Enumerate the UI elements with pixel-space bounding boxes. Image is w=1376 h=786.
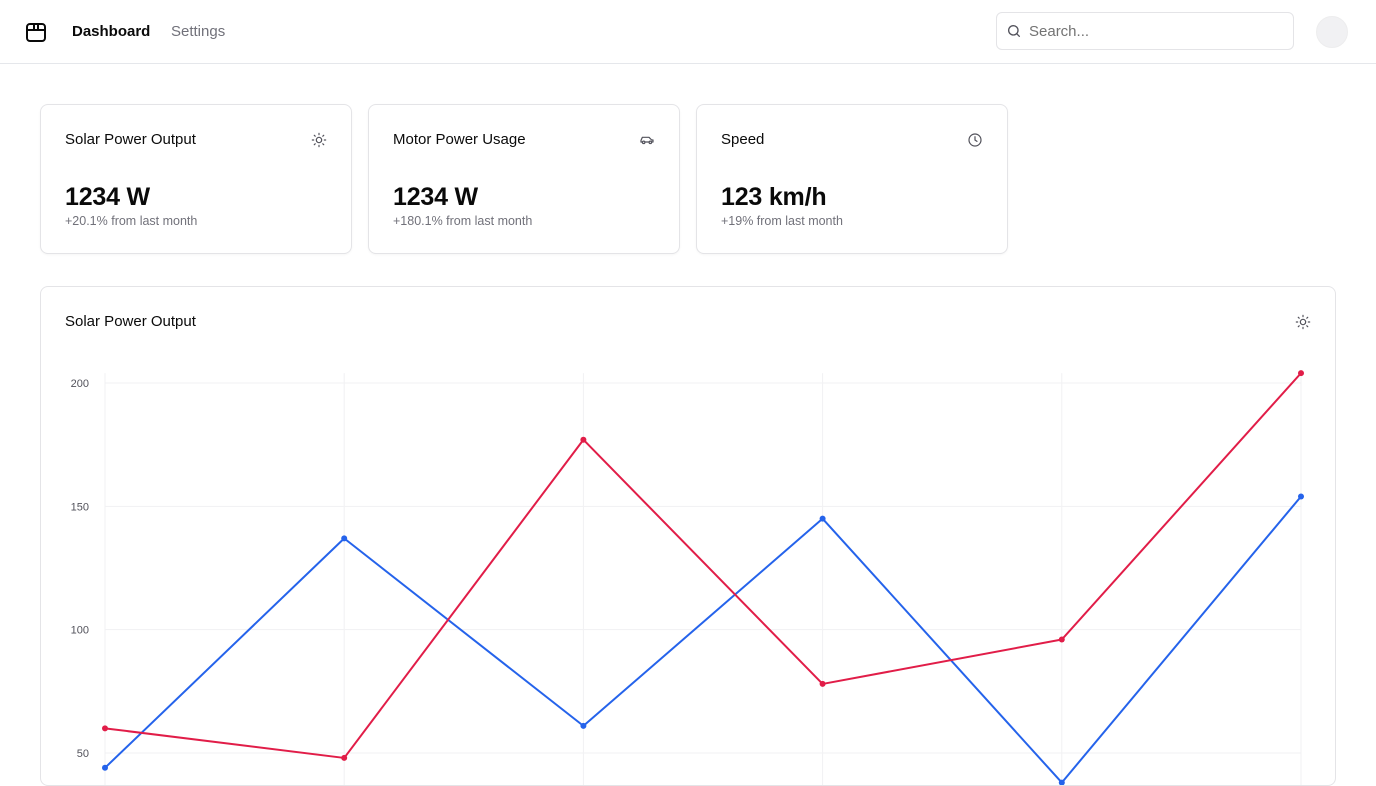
data-point[interactable] (341, 535, 348, 542)
y-tick-label: 100 (71, 625, 89, 637)
data-point[interactable] (819, 680, 826, 687)
search-icon (1008, 25, 1020, 37)
data-point[interactable] (341, 754, 348, 761)
stat-card-change: +20.1% from last month (65, 214, 198, 228)
stat-card-solar-power: Solar Power Output 1234 W +20.1% from la… (40, 104, 352, 254)
stat-card-value: 1234 W (393, 183, 478, 211)
avatar[interactable] (1316, 16, 1348, 48)
stat-card-motor-power: Motor Power Usage 1234 W +180.1% from la… (368, 104, 680, 254)
data-point[interactable] (819, 515, 826, 522)
y-tick-label: 50 (77, 748, 89, 760)
nav-settings-link[interactable]: Settings (171, 22, 225, 42)
stat-card-title: Solar Power Output (65, 131, 196, 148)
package-icon[interactable] (24, 20, 48, 44)
top-header: Dashboard Settings (0, 0, 1376, 64)
stat-card-change: +19% from last month (721, 214, 843, 228)
stat-card-speed: Speed 123 km/h +19% from last month (696, 104, 1008, 254)
data-point[interactable] (102, 725, 108, 732)
nav-dashboard-link[interactable]: Dashboard (72, 22, 150, 42)
sun-icon (311, 132, 327, 148)
data-point[interactable] (1058, 636, 1065, 643)
stat-card-value: 123 km/h (721, 183, 827, 211)
stat-card-change: +180.1% from last month (393, 214, 533, 228)
series-group (102, 370, 1304, 761)
stat-card-title: Speed (721, 131, 765, 148)
car-icon (640, 136, 654, 145)
series-line (104, 372, 1302, 759)
series-group (102, 493, 1304, 785)
chart-card: Solar Power Output 50 100 150 200 (40, 286, 1336, 786)
clock-icon (968, 133, 982, 147)
series-line (104, 495, 1302, 784)
stat-card-value: 1234 W (65, 183, 150, 211)
y-tick-label: 200 (71, 378, 89, 390)
line-chart: 50 100 150 200 (71, 370, 1304, 785)
data-point[interactable] (580, 722, 587, 729)
search-input[interactable] (1029, 20, 1279, 42)
search-box[interactable] (996, 12, 1294, 50)
data-point[interactable] (1298, 493, 1304, 500)
stat-card-title: Motor Power Usage (393, 131, 526, 148)
data-point[interactable] (1298, 370, 1304, 377)
data-point[interactable] (580, 436, 587, 443)
y-tick-label: 150 (71, 501, 89, 513)
